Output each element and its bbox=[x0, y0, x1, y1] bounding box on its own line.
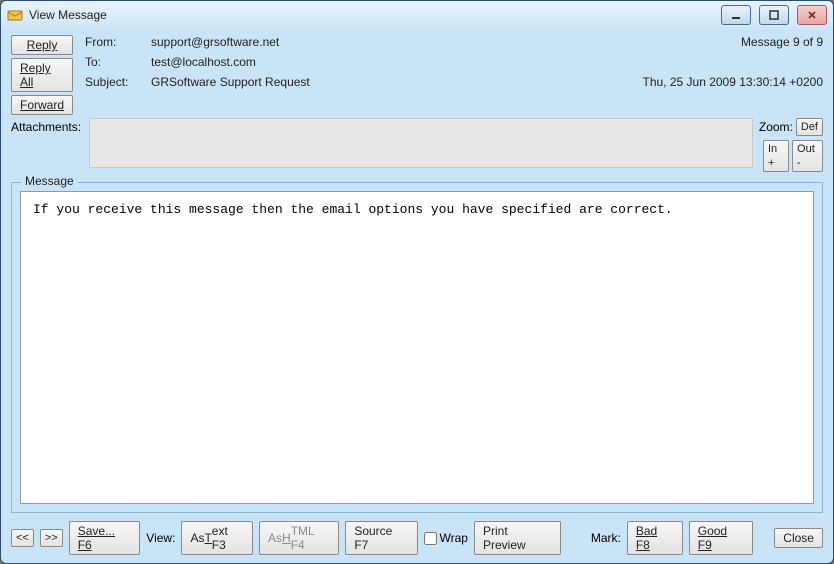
attachments-row: Attachments: Zoom: Def In + Out - bbox=[11, 118, 823, 172]
message-group: Message If you receive this message then… bbox=[11, 182, 823, 513]
message-border: If you receive this message then the ema… bbox=[11, 182, 823, 513]
subject-label: Subject: bbox=[85, 75, 137, 89]
window-title: View Message bbox=[29, 8, 713, 22]
to-value: test@localhost.com bbox=[151, 55, 256, 69]
next-button[interactable]: >> bbox=[40, 529, 63, 547]
message-legend: Message bbox=[21, 174, 78, 188]
fields-column: From: support@grsoftware.net Message 9 o… bbox=[85, 35, 823, 115]
zoom-in-button[interactable]: In + bbox=[763, 140, 789, 172]
source-button[interactable]: Source F7 bbox=[345, 521, 417, 555]
save-button[interactable]: Save... F6 bbox=[69, 521, 141, 555]
prev-button[interactable]: << bbox=[11, 529, 34, 547]
action-column: Reply Reply All Forward bbox=[11, 35, 79, 115]
from-label: From: bbox=[85, 35, 137, 49]
header-area: Reply Reply All Forward From: support@gr… bbox=[11, 35, 823, 115]
message-body[interactable]: If you receive this message then the ema… bbox=[20, 191, 814, 504]
close-button[interactable]: Close bbox=[774, 528, 823, 548]
forward-button[interactable]: Forward bbox=[11, 95, 73, 115]
close-window-button[interactable] bbox=[797, 5, 827, 25]
good-button[interactable]: Good F9 bbox=[689, 521, 753, 555]
mark-label: Mark: bbox=[591, 531, 621, 545]
wrap-checkbox-label[interactable]: Wrap bbox=[424, 531, 468, 545]
print-preview-button[interactable]: Print Preview bbox=[474, 521, 561, 555]
bad-button[interactable]: Bad F8 bbox=[627, 521, 683, 555]
window: View Message Reply Reply All Forward Fro… bbox=[0, 0, 834, 564]
wrap-text: Wrap bbox=[440, 531, 468, 545]
reply-all-button[interactable]: Reply All bbox=[11, 58, 73, 92]
zoom-controls: Zoom: Def In + Out - bbox=[759, 118, 823, 172]
as-text-button[interactable]: As Text F3 bbox=[181, 521, 253, 555]
zoom-label: Zoom: bbox=[759, 120, 793, 134]
minimize-button[interactable] bbox=[721, 5, 751, 25]
titlebar: View Message bbox=[1, 1, 833, 29]
zoom-out-button[interactable]: Out - bbox=[792, 140, 823, 172]
subject-value: GRSoftware Support Request bbox=[151, 75, 310, 89]
zoom-default-button[interactable]: Def bbox=[796, 118, 823, 136]
app-icon bbox=[7, 7, 23, 23]
reply-button[interactable]: Reply bbox=[11, 35, 73, 55]
wrap-checkbox[interactable] bbox=[424, 532, 437, 545]
view-label: View: bbox=[146, 531, 175, 545]
from-value: support@grsoftware.net bbox=[151, 35, 279, 49]
to-label: To: bbox=[85, 55, 137, 69]
message-counter: Message 9 of 9 bbox=[741, 35, 823, 49]
bottom-bar: << >> Save... F6 View: As Text F3 As HTM… bbox=[11, 513, 823, 555]
client-area: Reply Reply All Forward From: support@gr… bbox=[1, 29, 833, 563]
attachments-label: Attachments: bbox=[11, 118, 83, 134]
as-html-button[interactable]: As HTML F4 bbox=[259, 521, 339, 555]
date-value: Thu, 25 Jun 2009 13:30:14 +0200 bbox=[643, 75, 824, 89]
attachments-box[interactable] bbox=[89, 118, 753, 168]
maximize-button[interactable] bbox=[759, 5, 789, 25]
